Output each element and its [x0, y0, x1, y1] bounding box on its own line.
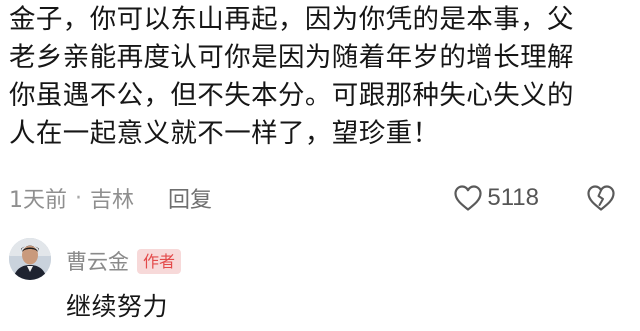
comment-text-line: 人在一起意义就不一样了，望珍重！: [9, 118, 440, 149]
like-count: 5118: [487, 184, 539, 211]
reply-author-name[interactable]: 曹云金: [66, 246, 129, 276]
reply-text: 继续努力: [66, 292, 169, 321]
comment-location: 吉林: [90, 188, 135, 213]
author-reply: 曹云金 作者 继续努力: [9, 232, 634, 331]
user-avatar-icon: [9, 238, 51, 280]
comment-text: 金子，你可以东山再起，因为你凭的是本事，父 老乡亲能再度认可你是因为随着年岁的增…: [9, 0, 634, 153]
comment-time: 1天前: [9, 188, 67, 213]
reply-button[interactable]: 回复: [168, 182, 212, 214]
comment-text-line: 老乡亲能再度认可你是因为随着年岁的增长理解: [9, 42, 574, 73]
comment-text-line: 你虽遇不公，但不失本分。可跟那种失心失义的: [9, 80, 574, 111]
comment-text-line: 金子，你可以东山再起，因为你凭的是本事，父: [9, 4, 574, 35]
meta-separator: ·: [75, 185, 82, 211]
heart-outline-icon: [454, 185, 482, 211]
avatar[interactable]: [9, 238, 51, 280]
author-badge: 作者: [137, 248, 182, 274]
reply-author-row: 曹云金 作者: [66, 246, 182, 276]
comment-meta-row: 1天前 · 吉林 回复 5118: [9, 178, 634, 218]
broken-heart-icon[interactable]: [586, 184, 616, 212]
like-button[interactable]: 5118: [453, 178, 539, 218]
